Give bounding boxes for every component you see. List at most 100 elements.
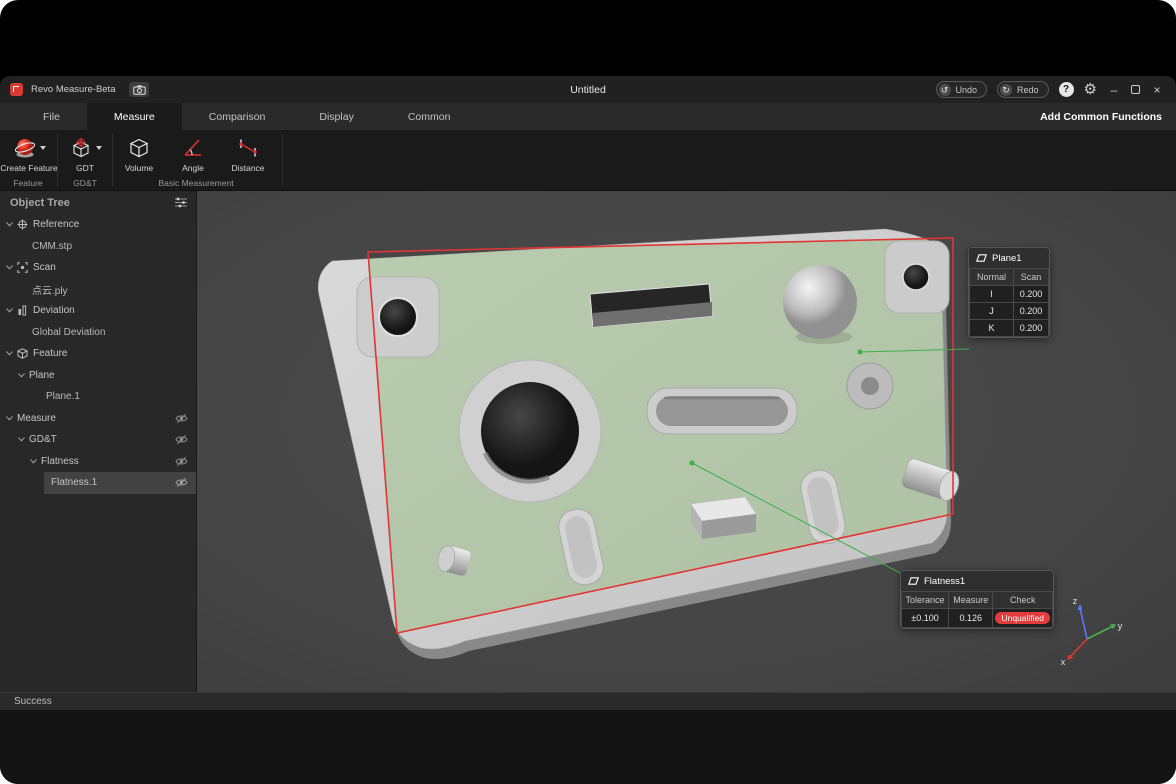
feature-icon (17, 348, 28, 359)
tree-item-cmm-stp[interactable]: CMM.stp (0, 236, 196, 258)
visibility-eye-icon[interactable] (175, 434, 188, 445)
tool-label: GDT (76, 163, 94, 173)
redo-button[interactable]: ↻ Redo (997, 81, 1049, 98)
tree-item-flatness-1[interactable]: Flatness.1 (0, 472, 196, 494)
gdt-button[interactable]: GDT (58, 135, 112, 173)
close-button[interactable]: × (1150, 83, 1164, 97)
tab-display[interactable]: Display (292, 103, 380, 130)
object-tree-title: Object Tree (10, 197, 70, 209)
distance-button[interactable]: Distance (220, 135, 276, 173)
chevron-down-icon[interactable] (30, 459, 37, 464)
gdt-icon (69, 136, 93, 160)
gdt-dropdown-icon[interactable] (96, 146, 102, 150)
angle-button[interactable]: Angle (166, 135, 220, 173)
col-header-scan: Scan (1014, 269, 1049, 286)
callout-title: Plane1 (992, 253, 1022, 264)
minimize-button[interactable]: – (1107, 83, 1121, 97)
hole (379, 298, 417, 336)
tolerance-value: ±0.100 (902, 609, 949, 628)
app-window: Revo Measure-Beta Untitled ↺ Undo ↻ Redo… (0, 76, 1176, 784)
tool-label: Create Feature (0, 163, 57, 173)
tree-item-label: GD&T (29, 434, 57, 445)
reference-icon (17, 219, 28, 230)
hole (903, 264, 929, 290)
distance-icon (236, 136, 260, 160)
chevron-down-icon[interactable] (6, 308, 13, 313)
visibility-eye-icon[interactable] (175, 477, 188, 488)
selected-tree-item[interactable]: Flatness.1 (44, 472, 196, 494)
axes-triad: z y x (1047, 595, 1127, 667)
chevron-down-icon[interactable] (6, 416, 13, 421)
chevron-down-icon[interactable] (6, 351, 13, 356)
capture-button[interactable] (129, 82, 149, 97)
tree-item-gdt[interactable]: GD&T (0, 429, 196, 451)
plane1-callout-header[interactable]: Plane1 (969, 248, 1049, 268)
tree-item-deviation[interactable]: Deviation (0, 300, 196, 322)
visibility-eye-icon[interactable] (175, 456, 188, 467)
tree-item-label: Global Deviation (32, 327, 105, 338)
redo-icon: ↻ (1000, 84, 1012, 96)
tree-item-label: Measure (17, 413, 56, 424)
tree-item-label: Flatness.1 (51, 477, 97, 488)
axis-z-label: z (1073, 596, 1078, 606)
flatness1-callout[interactable]: Flatness1 Tolerance Measure Check ±0.100… (900, 570, 1054, 629)
maximize-button[interactable] (1131, 85, 1140, 94)
col-header-measure: Measure (948, 592, 992, 609)
help-button[interactable]: ? (1059, 82, 1074, 97)
tree-item-pointcloud-ply[interactable]: 点云.ply (0, 279, 196, 301)
volume-button[interactable]: Volume (112, 135, 166, 173)
tree-item-plane[interactable]: Plane (0, 365, 196, 387)
row-label: I (970, 286, 1014, 303)
flatness1-callout-header[interactable]: Flatness1 (901, 571, 1053, 591)
angle-icon (181, 136, 205, 160)
tree-item-reference[interactable]: Reference (0, 214, 196, 236)
create-feature-button[interactable]: Create Feature (0, 135, 58, 173)
tree-item-flatness[interactable]: Flatness (0, 451, 196, 473)
tree-item-global-deviation[interactable]: Global Deviation (0, 322, 196, 344)
tab-comparison[interactable]: Comparison (182, 103, 293, 130)
3d-viewport[interactable]: Plane1 Normal Scan I 0.200 J 0.200 (197, 191, 1176, 692)
callout-title: Flatness1 (924, 576, 965, 587)
tree-item-label: Plane (29, 370, 55, 381)
tree-item-feature[interactable]: Feature (0, 343, 196, 365)
app-logo-icon (10, 83, 23, 96)
tab-file[interactable]: File (16, 103, 87, 130)
sphere-feature (783, 265, 857, 339)
title-bar: Revo Measure-Beta Untitled ↺ Undo ↻ Redo… (0, 76, 1176, 103)
group-label-feature: Feature (13, 178, 42, 188)
slot-pocket (656, 396, 788, 426)
plane-icon (976, 254, 987, 262)
chevron-down-icon[interactable] (6, 265, 13, 270)
visibility-eye-icon[interactable] (175, 413, 188, 424)
row-label: K (970, 320, 1014, 337)
create-feature-dropdown-icon[interactable] (40, 146, 46, 150)
group-label-gdt: GD&T (73, 178, 97, 188)
tree-item-label: Reference (33, 219, 79, 230)
tree-item-label: Scan (33, 262, 56, 273)
desktop-backdrop: Revo Measure-Beta Untitled ↺ Undo ↻ Redo… (0, 0, 1176, 784)
tab-measure[interactable]: Measure (87, 103, 182, 130)
redo-label: Redo (1017, 85, 1039, 95)
tab-common[interactable]: Common (381, 103, 478, 130)
tree-item-plane-1[interactable]: Plane.1 (0, 386, 196, 408)
tree-filter-icon[interactable] (174, 197, 188, 208)
chevron-down-icon[interactable] (18, 373, 25, 378)
tree-item-label: Feature (33, 348, 67, 359)
row-label: J (970, 303, 1014, 320)
row-value: 0.200 (1014, 286, 1049, 303)
chevron-down-icon[interactable] (18, 437, 25, 442)
app-name: Revo Measure-Beta (31, 84, 115, 95)
chevron-down-icon[interactable] (6, 222, 13, 227)
tree-item-label: 点云.ply (32, 282, 68, 297)
tree-item-scan[interactable]: Scan (0, 257, 196, 279)
settings-button[interactable]: ⚙ (1084, 82, 1097, 97)
tree-item-measure[interactable]: Measure (0, 408, 196, 430)
undo-button[interactable]: ↺ Undo (936, 81, 988, 98)
plane1-callout[interactable]: Plane1 Normal Scan I 0.200 J 0.200 (968, 247, 1050, 338)
tree-item-label: CMM.stp (32, 241, 72, 252)
tool-label: Angle (182, 163, 204, 173)
tool-label: Distance (231, 163, 264, 173)
col-header-tolerance: Tolerance (902, 592, 949, 609)
window-footer (0, 710, 1176, 784)
add-common-functions-button[interactable]: Add Common Functions (1040, 103, 1176, 130)
